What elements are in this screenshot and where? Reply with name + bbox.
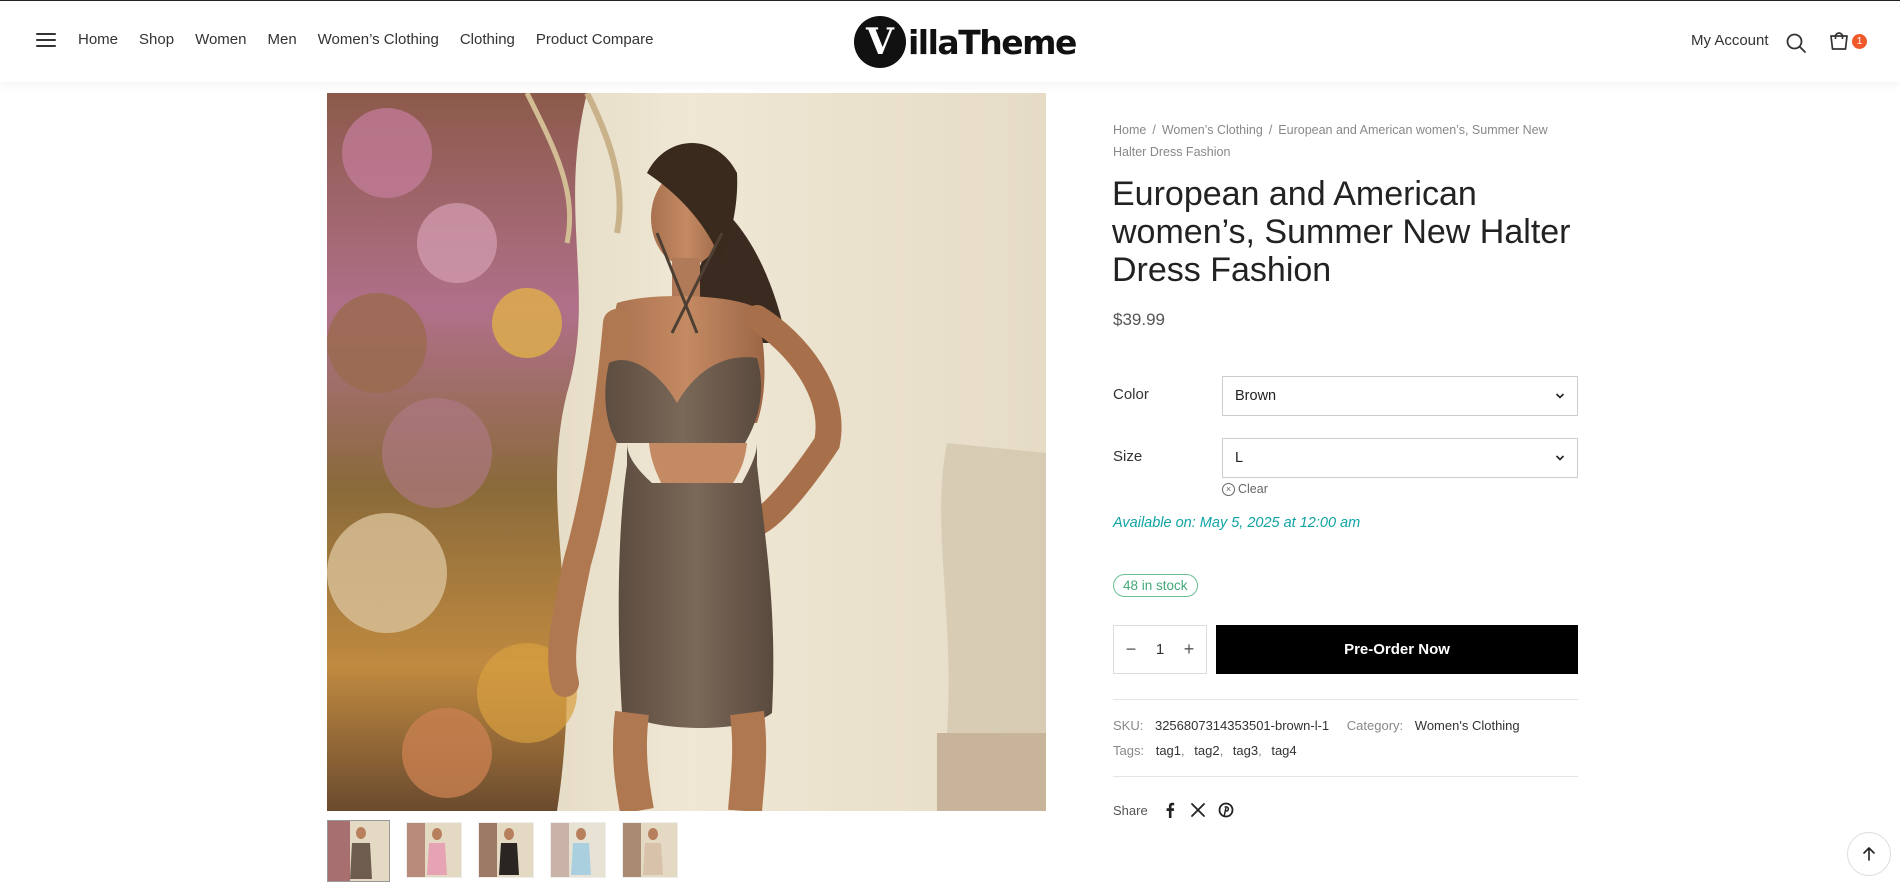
nav-home[interactable]: Home: [78, 31, 118, 48]
divider: [1113, 776, 1578, 777]
availability-date: Available on: May 5, 2025 at 12:00 am: [1113, 515, 1361, 531]
tag-link[interactable]: tag4: [1271, 743, 1296, 758]
thumbnail-black[interactable]: [478, 822, 534, 878]
category-link[interactable]: Women's Clothing: [1415, 718, 1520, 733]
increase-quantity-button[interactable]: +: [1182, 639, 1196, 660]
product-main-image[interactable]: [327, 93, 1046, 811]
category-label: Category:: [1346, 718, 1404, 733]
arrow-up-icon: [1863, 847, 1875, 861]
nav-men[interactable]: Men: [267, 31, 296, 48]
main-nav: Home Shop Women Men Women’s Clothing Clo…: [78, 31, 674, 48]
tags-label: Tags:: [1113, 743, 1145, 758]
quantity-stepper: − 1 +: [1113, 625, 1207, 674]
clear-label: Clear: [1238, 482, 1268, 496]
cart-icon[interactable]: [1828, 31, 1850, 53]
clear-selection-link[interactable]: × Clear: [1222, 482, 1268, 496]
x-icon[interactable]: [1190, 802, 1206, 818]
share-label: Share: [1113, 802, 1148, 818]
facebook-icon[interactable]: [1162, 802, 1178, 818]
menu-icon[interactable]: [36, 33, 56, 49]
my-account-link[interactable]: My Account: [1691, 32, 1769, 49]
share-row: Share: [1113, 802, 1234, 818]
back-to-top-button[interactable]: [1847, 832, 1891, 876]
thumbnail-blue[interactable]: [550, 822, 606, 878]
color-select[interactable]: Brown: [1222, 376, 1578, 416]
divider: [1113, 699, 1578, 700]
product-title: European and American women’s, Summer Ne…: [1112, 175, 1571, 289]
sku-value: 3256807314353501-brown-l-1: [1154, 718, 1330, 733]
breadcrumb: Home / Women’s Clothing / European and Ameri…: [1113, 119, 1583, 163]
thumbnail-beige[interactable]: [622, 822, 678, 878]
product-meta-tags: Tags: tag1, tag2, tag3, tag4: [1113, 743, 1297, 758]
thumbnail-pink[interactable]: [406, 822, 462, 878]
clear-icon: ×: [1222, 482, 1235, 496]
breadcrumb-home[interactable]: Home: [1113, 123, 1146, 137]
size-select-value: L: [1235, 450, 1244, 466]
logo-mark: V: [854, 16, 906, 68]
tag-link[interactable]: tag1: [1156, 743, 1181, 758]
breadcrumb-category[interactable]: Women’s Clothing: [1162, 123, 1263, 137]
nav-women[interactable]: Women: [195, 31, 246, 48]
tag-link[interactable]: tag3: [1233, 743, 1258, 758]
product-photo: [327, 93, 1046, 811]
cart-count-badge: 1: [1852, 34, 1867, 49]
stock-badge: 48 in stock: [1113, 574, 1198, 597]
quantity-value[interactable]: 1: [1156, 641, 1164, 658]
site-header: Home Shop Women Men Women’s Clothing Clo…: [0, 0, 1900, 82]
chevron-down-icon: [1555, 455, 1565, 461]
pinterest-icon[interactable]: [1218, 802, 1234, 818]
chevron-down-icon: [1555, 393, 1565, 399]
breadcrumb-separator: /: [1152, 123, 1156, 137]
logo-text: illaTheme: [908, 22, 1077, 62]
breadcrumb-separator: /: [1268, 123, 1273, 137]
tag-link[interactable]: tag2: [1194, 743, 1219, 758]
decrease-quantity-button[interactable]: −: [1124, 639, 1138, 660]
size-label: Size: [1113, 448, 1143, 465]
thumbnail-brown[interactable]: [327, 820, 390, 882]
nav-womens-clothing[interactable]: Women’s Clothing: [318, 31, 439, 48]
nav-product-compare[interactable]: Product Compare: [536, 31, 654, 48]
size-select[interactable]: L: [1222, 438, 1578, 478]
thumbnail-strip: [327, 820, 694, 882]
product-price: $39.99: [1113, 310, 1165, 329]
product-meta-sku-category: SKU: 3256807314353501-brown-l-1 Category…: [1113, 718, 1520, 733]
color-label: Color: [1113, 386, 1149, 403]
pre-order-button[interactable]: Pre-Order Now: [1216, 625, 1578, 674]
search-icon[interactable]: [1785, 32, 1807, 54]
nav-shop[interactable]: Shop: [139, 31, 174, 48]
nav-clothing[interactable]: Clothing: [460, 31, 515, 48]
sku-label: SKU:: [1113, 718, 1144, 733]
color-select-value: Brown: [1235, 388, 1277, 404]
site-logo[interactable]: V illaTheme: [854, 15, 1077, 69]
